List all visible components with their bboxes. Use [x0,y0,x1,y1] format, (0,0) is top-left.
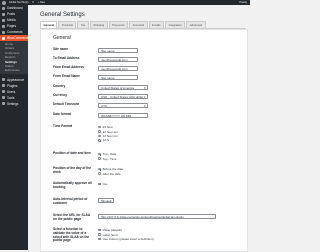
date-format-input[interactable]: DD/MM/YYYY HH:MM [98,113,148,118]
radio-icon [98,152,101,156]
chevron-down-icon: ▾ [143,95,146,99]
woocommerce-submenu: Home Orders Customers Reports Settings S… [0,41,28,74]
auto-approve-options: Yes [98,182,108,186]
tab-emails[interactable]: Emails [148,21,165,28]
radio-icon [98,167,101,171]
sidebar-item-settings[interactable]: Settings [0,101,28,107]
comments-count[interactable]: 0 [32,1,33,4]
howdy-user-link[interactable]: Howdy [239,1,247,4]
country-select[interactable]: United States of America ▾ [98,85,148,90]
country-label: Country [53,84,66,88]
chevron-down-icon: ▾ [143,86,146,90]
from-email-input[interactable]: user@example.com [98,66,138,71]
radio-icon [98,172,101,175]
site-name-link[interactable]: Global Tax Plugin [9,1,28,4]
time-format-option[interactable]: 12 hr [98,138,118,142]
settings-tabs: General Products Tax Shipping Payments A… [40,21,246,29]
auto-approve-checkbox[interactable]: Yes [98,182,108,186]
tab-general[interactable]: General [40,21,58,28]
position-date-options: Top - Date Top - Time [98,152,117,161]
site-name-input[interactable]: Site name [98,48,138,53]
position-day-label: Position of the day of the week [53,166,92,174]
from-name-label: From Email Name [53,74,80,78]
position-date-option[interactable]: Top - Time [98,156,117,161]
chevron-down-icon: ▾ [143,104,146,108]
users-icon [2,90,5,94]
select-url-input[interactable]: http://127.0.0.1/site-name/wp-content/pl… [98,214,216,219]
brush-icon [2,78,5,82]
select-fn-checkbox[interactable]: Use custom (please insert a definition) [98,237,154,241]
radio-icon [98,134,101,138]
date-format-label: Date format [53,112,71,116]
tab-accounts[interactable]: Accounts [129,21,148,28]
radio-icon [98,157,101,160]
tab-integration[interactable]: Integration [165,21,186,28]
position-day-options: Before the date After the date [98,167,123,176]
media-icon [2,18,5,22]
wordpress-logo-icon[interactable] [2,0,6,5]
select-url-label: Select the URL for SLAA on the public pa… [53,213,91,221]
to-email-label: To Email Address [53,56,80,60]
tab-payments[interactable]: Payments [108,21,129,28]
new-content-link[interactable]: + New [38,1,45,4]
admin-sidebar: Dashboard Posts Media Pages Comments Woo… [0,5,29,250]
auto-approve-label: Automatically approve all booking [53,181,92,189]
tab-products[interactable]: Products [58,21,77,28]
checkbox-icon [98,182,101,186]
select-fn-options: Value (default) Label (text) Use custom … [98,228,154,241]
currency-select[interactable]: USD - United States (US) dollar ▾ [98,94,148,99]
submenu-item-extensions[interactable]: Extensions [0,68,28,72]
pin-icon [2,12,5,16]
slot-label: Auto-Interval period of customer [53,197,88,205]
checkbox-icon [98,233,101,236]
time-format-label: Time Format [53,124,73,128]
panel-title: General [53,35,71,41]
timezone-select[interactable]: UTC ▾ [98,103,148,108]
woo-icon [2,36,5,40]
main-content: General Settings General Products Tax Sh… [28,5,250,252]
position-day-option[interactable]: After the date [98,171,123,176]
checkbox-icon [98,237,101,241]
comment-icon [2,30,5,34]
timezone-label: Default Timezone [53,102,80,106]
tools-icon [2,96,5,100]
page-title: General Settings [40,12,85,18]
dashboard-icon [2,6,5,10]
to-email-input[interactable]: user@example.com [98,57,138,62]
currency-label: Currency [53,93,67,97]
checkbox-icon [98,228,101,232]
plugin-icon [2,84,5,88]
radio-icon [98,139,101,142]
tab-tax[interactable]: Tax [77,21,89,28]
radio-icon [98,130,101,133]
page-icon [2,24,5,28]
radio-icon [98,125,101,129]
select-fn-label: Select a function to validate the value … [53,227,90,243]
from-email-label: From Email Address [53,65,84,69]
position-date-label: Position of date and time [53,151,91,155]
from-name-input[interactable]: Site name [98,75,138,80]
slot-select[interactable]: Minutes ▾ [98,198,114,203]
settings-panel: General Site name Site name To Email Add… [40,29,248,252]
chevron-down-icon: ▾ [109,199,112,203]
site-name-label: Site name [53,47,69,51]
time-format-options: 24 hour 12 hour am 12 hour pm 12 hr [98,125,118,143]
settings-icon [2,102,5,106]
tab-shipping[interactable]: Shipping [89,21,108,28]
tab-advanced[interactable]: Advanced [186,21,206,28]
